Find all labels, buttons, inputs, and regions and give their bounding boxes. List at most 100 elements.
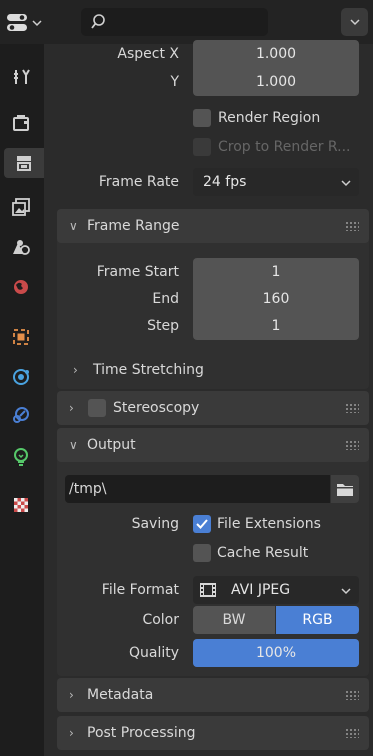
- film-icon: [200, 583, 216, 597]
- view-layer-icon: [12, 198, 30, 216]
- drag-handle-icon[interactable]: [345, 221, 359, 231]
- quality-label: Quality: [128, 645, 179, 661]
- metadata-title: Metadata: [87, 687, 154, 703]
- cache-result-checkbox[interactable]: [193, 544, 211, 562]
- aspect-x-label: Aspect X: [117, 46, 179, 62]
- frame-rate-value: 24 fps: [203, 174, 247, 190]
- output-path-field[interactable]: /tmp\: [65, 475, 330, 503]
- drag-handle-icon[interactable]: [345, 403, 359, 413]
- render-icon: [13, 115, 29, 131]
- properties-editor-icon: [7, 14, 27, 31]
- chevron-down-icon: [32, 20, 42, 27]
- physics-icon: [13, 369, 29, 385]
- color-row: Color BW RGB: [57, 606, 369, 634]
- search-icon: [91, 14, 105, 29]
- tab-render[interactable]: [6, 108, 36, 138]
- tab-physics[interactable]: [6, 362, 36, 392]
- aspect-y-row: Y 1.000: [57, 68, 369, 96]
- bulb-icon: [14, 448, 28, 466]
- chevron-right-icon: ›: [69, 726, 74, 740]
- post-processing-title: Post Processing: [87, 725, 196, 741]
- frame-start-field[interactable]: 1: [193, 258, 359, 286]
- scene-icon: [13, 240, 30, 255]
- tab-data[interactable]: [6, 442, 36, 472]
- render-region-label: Render Region: [218, 110, 321, 126]
- tool-icon: [14, 69, 30, 84]
- output-path-row: /tmp\: [57, 475, 369, 503]
- stereoscopy-checkbox[interactable]: [88, 399, 106, 417]
- crop-to-render-label: Crop to Render R...: [218, 139, 351, 155]
- frame-rate-dropdown[interactable]: 24 fps: [193, 168, 359, 196]
- quality-value: 100%: [255, 645, 297, 661]
- frame-end-field[interactable]: 160: [193, 285, 359, 313]
- drag-handle-icon[interactable]: [345, 440, 359, 450]
- output-panel: ∨ Output /tmp\ Saving File Extensions Ca…: [57, 428, 369, 676]
- output-title: Output: [87, 437, 136, 453]
- render-region-row[interactable]: Render Region: [57, 104, 369, 132]
- frame-start-row: Frame Start 1: [57, 258, 369, 286]
- frame-range-header[interactable]: ∨ Frame Range: [57, 209, 369, 243]
- frame-range-panel: ∨ Frame Range Frame Start 1 End 160 Step…: [57, 209, 369, 389]
- time-stretching-title: Time Stretching: [93, 362, 204, 378]
- output-header[interactable]: ∨ Output: [57, 428, 369, 462]
- search-input[interactable]: [81, 8, 268, 36]
- file-format-label: File Format: [101, 582, 179, 598]
- properties-content: Aspect X 1.000 Y 1.000 Render Region Cro…: [57, 40, 369, 756]
- chevron-down-icon: [341, 588, 351, 595]
- file-extensions-label: File Extensions: [217, 516, 321, 532]
- quality-row: Quality 100%: [57, 639, 369, 667]
- browse-folder-button[interactable]: [331, 475, 359, 503]
- tab-view-layer[interactable]: [6, 192, 36, 222]
- chevron-down-icon: [341, 180, 351, 187]
- aspect-x-field[interactable]: 1.000: [193, 40, 359, 68]
- saving-label: Saving: [131, 516, 179, 532]
- options-dropdown-button[interactable]: [341, 8, 368, 36]
- chevron-right-icon: ›: [69, 688, 74, 702]
- file-extensions-checkbox[interactable]: [193, 515, 211, 533]
- chevron-right-icon: ›: [73, 363, 78, 377]
- chevron-down-icon: ∨: [69, 438, 78, 452]
- frame-step-row: Step 1: [57, 312, 369, 340]
- aspect-y-field[interactable]: 1.000: [193, 68, 359, 96]
- editor-type-button[interactable]: [6, 10, 46, 36]
- color-bw-button[interactable]: BW: [193, 606, 275, 634]
- metadata-header[interactable]: › Metadata: [57, 678, 369, 712]
- tab-scene[interactable]: [6, 232, 36, 262]
- top-bar: [0, 0, 373, 44]
- stereoscopy-header[interactable]: › Stereoscopy: [57, 391, 369, 425]
- frame-range-title: Frame Range: [87, 218, 180, 234]
- color-rgb-button[interactable]: RGB: [276, 606, 359, 634]
- constraints-icon: [13, 407, 29, 423]
- tab-constraints[interactable]: [6, 400, 36, 430]
- frame-step-field[interactable]: 1: [193, 312, 359, 340]
- file-format-dropdown[interactable]: AVI JPEG: [193, 576, 359, 604]
- output-icon: [17, 156, 31, 171]
- object-icon: [13, 329, 29, 345]
- stereoscopy-title: Stereoscopy: [113, 400, 200, 416]
- file-format-value: AVI JPEG: [231, 582, 291, 598]
- file-format-row: File Format AVI JPEG: [57, 576, 369, 604]
- saving-row: Saving File Extensions: [57, 510, 369, 538]
- color-label: Color: [142, 612, 179, 628]
- frame-end-row: End 160: [57, 285, 369, 313]
- render-region-checkbox[interactable]: [193, 109, 211, 127]
- cache-result-row[interactable]: Cache Result: [57, 539, 369, 567]
- chevron-down-icon: [349, 19, 360, 26]
- post-processing-header[interactable]: › Post Processing: [57, 716, 369, 750]
- texture-icon: [14, 498, 28, 512]
- crop-to-render-checkbox: [193, 138, 211, 156]
- tab-world[interactable]: [6, 272, 36, 302]
- cache-result-label: Cache Result: [217, 545, 309, 561]
- tab-object[interactable]: [6, 322, 36, 352]
- drag-handle-icon[interactable]: [345, 728, 359, 738]
- folder-icon: [337, 484, 353, 496]
- tab-tool[interactable]: [6, 62, 36, 92]
- chevron-down-icon: ∨: [69, 219, 78, 233]
- aspect-y-label: Y: [170, 74, 179, 90]
- drag-handle-icon[interactable]: [345, 690, 359, 700]
- world-icon: [13, 279, 29, 295]
- quality-slider[interactable]: 100%: [193, 639, 359, 667]
- tab-texture[interactable]: [6, 490, 36, 520]
- time-stretching-subpanel[interactable]: › Time Stretching: [57, 356, 369, 384]
- tab-output[interactable]: [4, 148, 44, 178]
